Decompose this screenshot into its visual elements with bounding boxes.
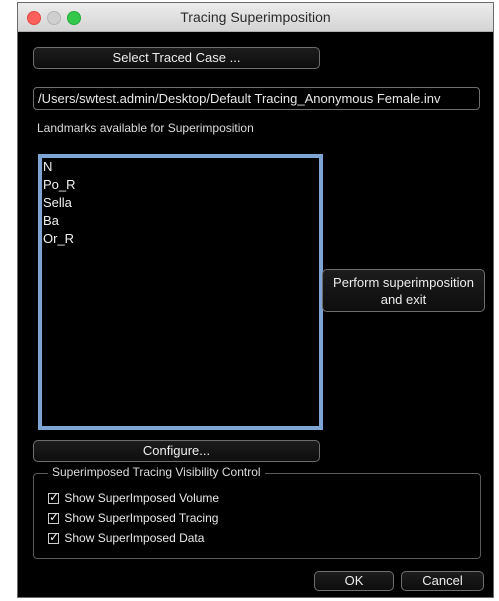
visibility-control-title: Superimposed Tracing Visibility Control <box>48 465 265 479</box>
list-item[interactable]: Sella <box>42 194 319 212</box>
list-item[interactable]: Po_R <box>42 176 319 194</box>
list-item[interactable]: Or_R <box>42 230 319 248</box>
checkbox-label: Show SuperImposed Volume <box>64 491 220 505</box>
perform-button-line-2: and exit <box>380 292 427 307</box>
perform-superimposition-button[interactable]: Perform superimposition and exit <box>322 269 485 312</box>
landmarks-label: Landmarks available for Superimposition <box>37 121 254 135</box>
checkmark-icon: ✓ <box>49 510 60 524</box>
perform-button-line-1: Perform superimposition <box>333 275 474 290</box>
tracing-superimposition-dialog: Tracing Superimposition Select Traced Ca… <box>17 2 494 598</box>
configure-button[interactable]: Configure... <box>33 440 320 462</box>
checkbox[interactable]: ✓ <box>48 510 60 524</box>
window-title: Tracing Superimposition <box>180 9 331 25</box>
checkbox[interactable]: ✓ <box>48 490 60 504</box>
select-traced-case-button[interactable]: Select Traced Case ... <box>33 47 320 69</box>
visibility-control-group: Superimposed Tracing Visibility Control … <box>33 465 481 559</box>
show-superimposed-volume-checkbox[interactable]: ✓ Show SuperImposed Volume <box>48 490 220 505</box>
list-item[interactable]: Ba <box>42 212 319 230</box>
checkbox-label: Show SuperImposed Data <box>64 531 205 545</box>
show-superimposed-tracing-checkbox[interactable]: ✓ Show SuperImposed Tracing <box>48 510 219 525</box>
landmarks-list[interactable]: N Po_R Sella Ba Or_R <box>38 154 323 430</box>
file-path-field[interactable]: /Users/swtest.admin/Desktop/Default Trac… <box>33 87 480 110</box>
show-superimposed-data-checkbox[interactable]: ✓ Show SuperImposed Data <box>48 530 205 545</box>
title-bar[interactable]: Tracing Superimposition <box>18 3 493 32</box>
cancel-button[interactable]: Cancel <box>401 571 484 591</box>
ok-button[interactable]: OK <box>314 571 394 591</box>
checkbox[interactable]: ✓ <box>48 530 60 544</box>
checkmark-icon: ✓ <box>49 530 60 544</box>
list-item[interactable]: N <box>42 158 319 176</box>
checkbox-label: Show SuperImposed Tracing <box>64 511 219 525</box>
checkmark-icon: ✓ <box>49 490 60 504</box>
